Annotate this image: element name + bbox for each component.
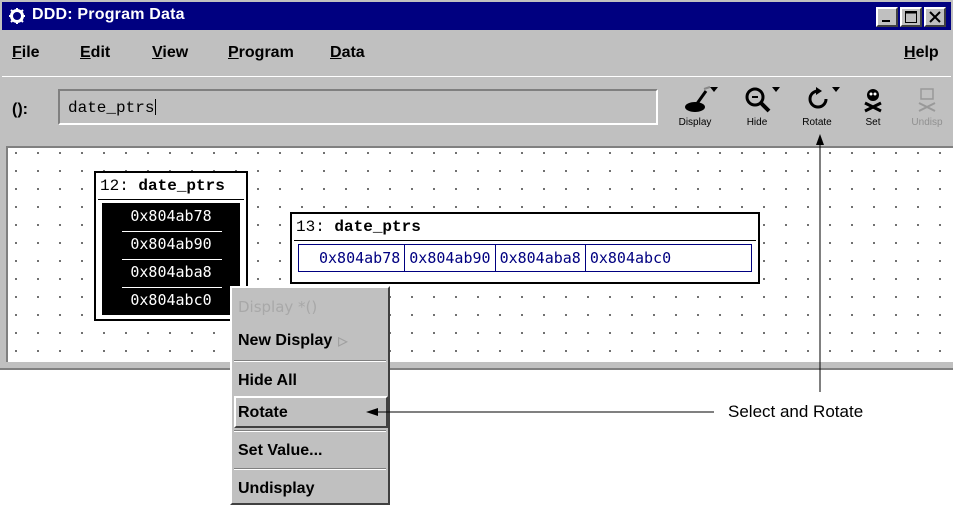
annotation-label: Select and Rotate	[728, 402, 864, 421]
annotation-lines	[366, 134, 824, 416]
arrow-head-left-icon	[366, 408, 378, 416]
arrow-head-up-icon	[816, 134, 824, 145]
